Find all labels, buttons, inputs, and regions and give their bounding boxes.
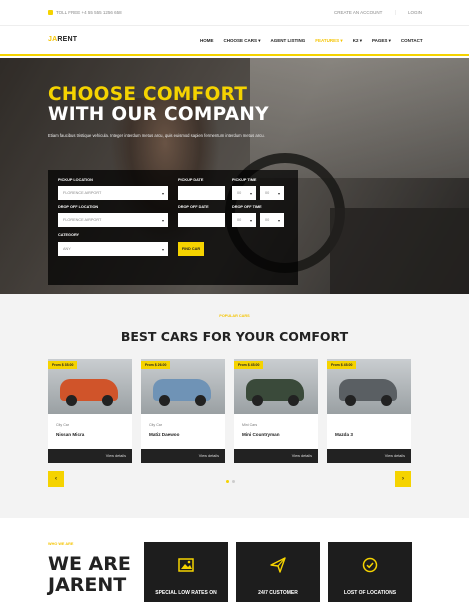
car-name[interactable]: Matiz Daewoo — [149, 432, 179, 437]
main-menu: HOME CHOOSE CARS ▾ AGENT LISTING FEATURE… — [200, 38, 423, 44]
create-account-link[interactable]: CREATE AN ACCOUNT — [334, 10, 397, 15]
menu-item-home[interactable]: HOME — [200, 38, 214, 44]
car-category: City Car — [56, 423, 69, 427]
category-select[interactable]: ANY ▾ — [58, 242, 168, 256]
best-cars-section: POPULAR CARS BEST CARS FOR YOUR COMFORT … — [0, 294, 469, 518]
menu-item-choose-cars[interactable]: CHOOSE CARS ▾ — [224, 38, 261, 44]
find-car-button[interactable]: FIND CAR — [178, 242, 204, 256]
carousel-dot-active[interactable] — [226, 480, 229, 483]
pickup-date-label: PICKUP DATE — [178, 178, 204, 182]
view-details-link[interactable]: View details — [106, 454, 126, 458]
dropoff-date-input[interactable] — [178, 213, 225, 227]
menu-item-contact[interactable]: CONTACT — [401, 38, 423, 44]
image-icon — [177, 556, 195, 574]
feature-box: LOST OF LOCATIONS — [328, 542, 412, 602]
chevron-down-icon: ▾ — [249, 191, 252, 196]
card-footer: View details — [48, 449, 132, 463]
car-name[interactable]: Mini Countryman — [242, 432, 280, 437]
phone-icon — [48, 10, 53, 15]
dropoff-minute-select[interactable]: 00 ▾ — [260, 213, 284, 227]
booking-form: PICKUP LOCATION FLORENCE AIRPORT ▾ DROP O… — [48, 170, 298, 285]
chevron-down-icon: ▾ — [161, 191, 164, 196]
feature-box: SPECIAL LOW RATES ON — [144, 542, 228, 602]
about-title-line1: WE ARE — [48, 553, 131, 575]
carousel-next-button[interactable]: › — [395, 471, 411, 487]
car-category: Mini Cars — [242, 423, 258, 427]
view-details-link[interactable]: View details — [199, 454, 219, 458]
feature-label: SPECIAL LOW RATES ON — [155, 590, 217, 596]
chevron-down-icon: ▾ — [277, 191, 280, 196]
menu-item-features[interactable]: FEATURES ▾ — [315, 38, 342, 44]
paper-plane-icon — [269, 556, 287, 574]
car-card[interactable]: From $ 35.00 City Car Nissan Micra View … — [48, 359, 132, 463]
menu-item-pages[interactable]: PAGES ▾ — [372, 38, 391, 44]
carousel-dot[interactable] — [232, 480, 235, 483]
feature-label: 24/7 CUSTOMER — [258, 590, 298, 596]
phone-text: TOLL FREE +4 55 555 1256 658 — [56, 10, 122, 15]
pickup-location-label: PICKUP LOCATION — [58, 178, 93, 182]
login-link[interactable]: LOGIN — [408, 10, 422, 15]
section-eyebrow: POPULAR CARS — [219, 314, 250, 318]
price-badge: From $ 26.00 — [141, 361, 171, 369]
card-footer: View details — [234, 449, 318, 463]
about-title: WE ARE JARENT — [48, 554, 138, 596]
view-details-link[interactable]: View details — [385, 454, 405, 458]
about-eyebrow: WHO WE ARE — [48, 542, 74, 546]
main-navbar: JARENT HOME CHOOSE CARS ▾ AGENT LISTING … — [0, 26, 469, 56]
pickup-minute-select[interactable]: 00 ▾ — [260, 186, 284, 200]
check-circle-icon — [361, 556, 379, 574]
category-label: CATEGORY — [58, 233, 80, 237]
dropoff-location-label: DROP OFF LOCATION — [58, 205, 99, 209]
chevron-down-icon: ▾ — [249, 218, 252, 223]
view-details-link[interactable]: View details — [292, 454, 312, 458]
dropoff-location-select[interactable]: FLORENCE AIRPORT ▾ — [58, 213, 168, 227]
site-logo[interactable]: JARENT — [48, 36, 77, 43]
chevron-down-icon: ▾ — [277, 218, 280, 223]
card-footer: View details — [327, 449, 411, 463]
logo-rest: RENT — [57, 36, 78, 43]
car-category: City Car — [149, 423, 162, 427]
feature-box: 24/7 CUSTOMER — [236, 542, 320, 602]
menu-item-agent-listing[interactable]: AGENT LISTING — [271, 38, 306, 44]
dropoff-hour-select[interactable]: 00 ▾ — [232, 213, 256, 227]
price-badge: From $ 45.00 — [327, 361, 357, 369]
toll-free-phone: TOLL FREE +4 55 555 1256 658 — [48, 10, 122, 15]
carousel-dots — [226, 480, 235, 483]
car-card[interactable]: From $ 45.00 Mini Cars Mini Countryman V… — [234, 359, 318, 463]
car-card[interactable]: From $ 45.00 Mazda 3 View details — [327, 359, 411, 463]
top-bar: TOLL FREE +4 55 555 1256 658 CREATE AN A… — [0, 0, 469, 26]
card-footer: View details — [141, 449, 225, 463]
dropoff-time-label: DROP OFF TIME — [232, 205, 262, 209]
car-card[interactable]: From $ 26.00 City Car Matiz Daewoo View … — [141, 359, 225, 463]
menu-item-k2[interactable]: K2 ▾ — [353, 38, 362, 44]
logo-accent: JA — [48, 36, 58, 43]
hero-description: Etiam faucibus tristique vehicula. Integ… — [48, 133, 265, 138]
car-name[interactable]: Mazda 3 — [335, 432, 353, 437]
pickup-hour-select[interactable]: 00 ▾ — [232, 186, 256, 200]
hero-banner: CHOOSE COMFORT WITH OUR COMPANY Etiam fa… — [0, 58, 469, 294]
about-section: WHO WE ARE WE ARE JARENT SPECIAL LOW RAT… — [0, 518, 469, 602]
car-name[interactable]: Nissan Micra — [56, 432, 84, 437]
feature-label: LOST OF LOCATIONS — [343, 590, 397, 596]
pickup-location-select[interactable]: FLORENCE AIRPORT ▾ — [58, 186, 168, 200]
hero-title-line1: CHOOSE COMFORT — [48, 84, 248, 105]
price-badge: From $ 45.00 — [234, 361, 264, 369]
pickup-time-label: PICKUP TIME — [232, 178, 257, 182]
about-title-line2: JARENT — [48, 574, 127, 596]
pickup-date-input[interactable] — [178, 186, 225, 200]
dropoff-date-label: DROP OFF DATE — [178, 205, 209, 209]
price-badge: From $ 35.00 — [48, 361, 78, 369]
section-title: BEST CARS FOR YOUR COMFORT — [120, 329, 349, 344]
carousel-prev-button[interactable]: ‹ — [48, 471, 64, 487]
hero-title-line2: WITH OUR COMPANY — [48, 104, 269, 125]
chevron-down-icon: ▾ — [161, 247, 164, 252]
chevron-down-icon: ▾ — [161, 218, 164, 223]
